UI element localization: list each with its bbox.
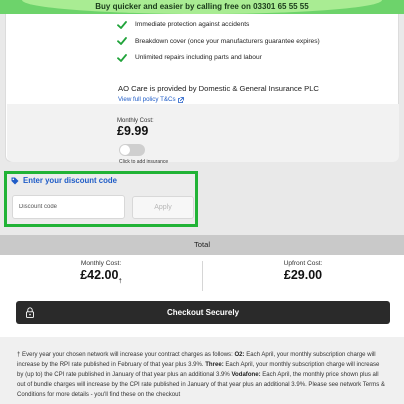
footnote-vodafone-label: Vodafone: — [231, 372, 261, 378]
monthly-cost-value: £42.00† — [0, 268, 202, 285]
upfront-cost-column: Upfront Cost: £29.00 — [202, 260, 404, 282]
call-banner: Buy quicker and easier by calling free o… — [0, 0, 404, 14]
discount-title[interactable]: Enter your discount code — [23, 176, 117, 185]
check-icon — [117, 20, 127, 29]
monthly-cost-amount: £42.00 — [80, 268, 119, 282]
banner-text[interactable]: Buy quicker and easier by calling free o… — [0, 2, 404, 11]
benefit-item: Unlimited repairs including parts and la… — [117, 51, 320, 64]
tag-icon — [11, 177, 19, 184]
policy-link[interactable]: View full policy T&Cs — [118, 96, 184, 103]
apply-button[interactable]: Apply — [132, 196, 194, 219]
upfront-cost-label: Upfront Cost: — [283, 260, 323, 267]
benefit-text: Breakdown cover (once your manufacturers… — [135, 37, 320, 45]
policy-link-label[interactable]: View full policy T&Cs — [118, 96, 176, 103]
insurance-cost-panel: Monthly Cost: £9.99 Click to add insuran… — [7, 104, 399, 165]
benefit-text: Unlimited repairs including parts and la… — [135, 54, 262, 61]
monthly-cost-label: Monthly Cost: — [80, 260, 122, 267]
provider-text: AO Care is provided by Domestic & Genera… — [118, 84, 319, 93]
discount-toggle[interactable]: Enter your discount code — [11, 176, 117, 185]
checkout-button[interactable]: Checkout Securely — [16, 301, 390, 324]
checkout-label[interactable]: Checkout Securely — [167, 308, 239, 317]
monthly-cost-column: Monthly Cost: £42.00† — [0, 260, 202, 285]
benefit-item: Immediate protection against accidents — [117, 18, 320, 31]
lock-icon — [26, 307, 34, 318]
insurance-toggle[interactable] — [119, 144, 145, 156]
dagger-marker: † — [118, 278, 122, 285]
price-rise-footnote: † Every year your chosen network will in… — [0, 337, 404, 404]
footnote-intro: † Every year your chosen network will in… — [17, 352, 235, 358]
cost-summary: Monthly Cost: £42.00† Upfront Cost: £29.… — [0, 255, 404, 297]
upfront-cost-value: £29.00 — [283, 268, 323, 282]
check-icon — [117, 37, 127, 45]
footnote-three-label: Three: — [205, 362, 224, 368]
benefits-list: Immediate protection against accidents B… — [117, 18, 320, 68]
benefit-text: Immediate protection against accidents — [135, 21, 250, 28]
footnote-o2-label: O2: — [234, 352, 245, 358]
external-link-icon[interactable] — [177, 96, 184, 103]
benefit-item: Breakdown cover (once your manufacturers… — [117, 35, 320, 48]
discount-code-input[interactable] — [12, 195, 125, 219]
insurance-card: Immediate protection against accidents B… — [5, 14, 399, 165]
checkout-area: Checkout Securely — [0, 297, 404, 337]
toggle-knob[interactable] — [120, 145, 130, 155]
insurance-monthly-value: £9.99 — [117, 124, 149, 138]
total-heading: Total — [0, 235, 404, 255]
check-icon — [117, 53, 127, 62]
insurance-toggle-label: Click to add insurance — [119, 159, 169, 165]
discount-section: Enter your discount code Apply — [4, 171, 198, 227]
